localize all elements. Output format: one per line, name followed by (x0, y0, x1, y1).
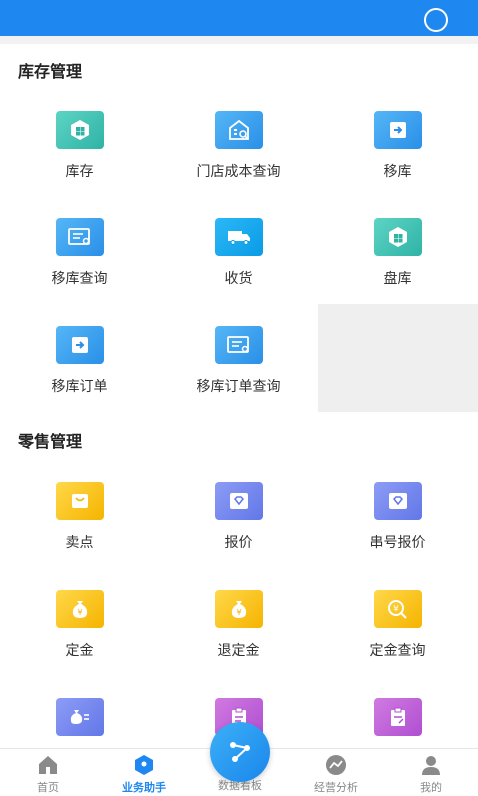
serial-diamond-icon (373, 482, 422, 520)
grid-item-label: 盘库 (383, 271, 412, 287)
home-icon (39, 756, 57, 774)
shopping-bag-icon (55, 482, 104, 520)
grid-item-label: 串号报价 (369, 535, 426, 551)
tag-icon (135, 755, 153, 775)
grid-item-transfer[interactable]: 移库 (318, 111, 477, 181)
yuan-search-icon: ¥ (373, 590, 422, 628)
data-board-fab[interactable] (210, 722, 270, 782)
document-search-icon (55, 218, 104, 256)
grid-item-label: 报价 (224, 535, 253, 551)
tab-mine[interactable]: 我的 (384, 749, 478, 796)
grid-item-transfer-order[interactable]: 移库订单 (0, 326, 159, 396)
section-title-inventory: 库存管理 (18, 62, 83, 81)
truck-icon (214, 218, 263, 256)
money-bag-icon: ¥ (55, 590, 104, 628)
grid-item-inventory[interactable]: 库存 (0, 111, 159, 181)
grid-item-label: 库存 (65, 164, 94, 180)
grid-item-transfer-query[interactable]: 移库查询 (0, 218, 159, 288)
trend-icon (326, 755, 346, 775)
section-title-retail: 零售管理 (18, 432, 83, 451)
diamond-icon (214, 482, 263, 520)
inventory-box-icon (55, 111, 104, 149)
store-search-icon (214, 111, 263, 149)
grid-item-label: 移库查询 (51, 271, 108, 287)
tab-business-analysis[interactable]: 经营分析 (288, 749, 384, 796)
tab-home[interactable]: 首页 (0, 749, 96, 796)
svg-text:¥: ¥ (393, 605, 399, 615)
transfer-icon (373, 111, 422, 149)
grid-item-transfer-order-query[interactable]: 移库订单查询 (159, 326, 318, 396)
clipboard-edit-icon (373, 698, 422, 736)
tab-business-assistant[interactable]: 业务助手 (96, 749, 192, 796)
grid-item-partial-1[interactable] (0, 698, 159, 736)
user-icon (422, 756, 440, 775)
circle-icon[interactable] (424, 8, 448, 32)
divider (0, 36, 478, 44)
grid-item-store-cost[interactable]: 门店成本查询 (159, 111, 318, 181)
svg-text:¥: ¥ (236, 608, 241, 617)
grid-item-label: 收货 (224, 271, 253, 287)
grid-item-quote[interactable]: 报价 (159, 482, 318, 552)
grid-item-label: 移库 (383, 164, 412, 180)
grid-item-stocktake[interactable]: 盘库 (318, 218, 477, 288)
order-search-icon (214, 326, 263, 364)
tab-label: 业务助手 (122, 781, 166, 794)
grid-item-label: 移库订单查询 (196, 379, 281, 395)
share-icon (230, 742, 250, 762)
grid-item-label: 定金查询 (369, 643, 426, 659)
grid-item-label: 移库订单 (51, 379, 108, 395)
tab-label: 我的 (420, 781, 442, 794)
grid-item-partial-3[interactable] (318, 698, 477, 736)
grid-item-serial-quote[interactable]: 串号报价 (318, 482, 477, 552)
grid-item-receive[interactable]: 收货 (159, 218, 318, 288)
grid-item-deposit-query[interactable]: ¥ 定金查询 (318, 590, 477, 660)
refund-bag-icon: ¥ (214, 590, 263, 628)
tab-label: 首页 (37, 781, 59, 794)
grid-item-selling-point[interactable]: 卖点 (0, 482, 159, 552)
money-list-icon (55, 698, 104, 736)
status-bar (0, 0, 478, 36)
grid-item-label: 卖点 (65, 535, 94, 551)
svg-text:¥: ¥ (77, 608, 82, 617)
grid-item-label: 定金 (65, 643, 94, 659)
stocktake-box-icon (373, 218, 422, 256)
grid-item-deposit[interactable]: ¥ 定金 (0, 590, 159, 660)
transfer-order-icon (55, 326, 104, 364)
tab-label: 经营分析 (314, 781, 358, 794)
empty-grid-cell (318, 304, 478, 412)
grid-item-label: 门店成本查询 (196, 164, 281, 180)
grid-item-refund-deposit[interactable]: ¥ 退定金 (159, 590, 318, 660)
grid-item-label: 退定金 (217, 643, 260, 659)
